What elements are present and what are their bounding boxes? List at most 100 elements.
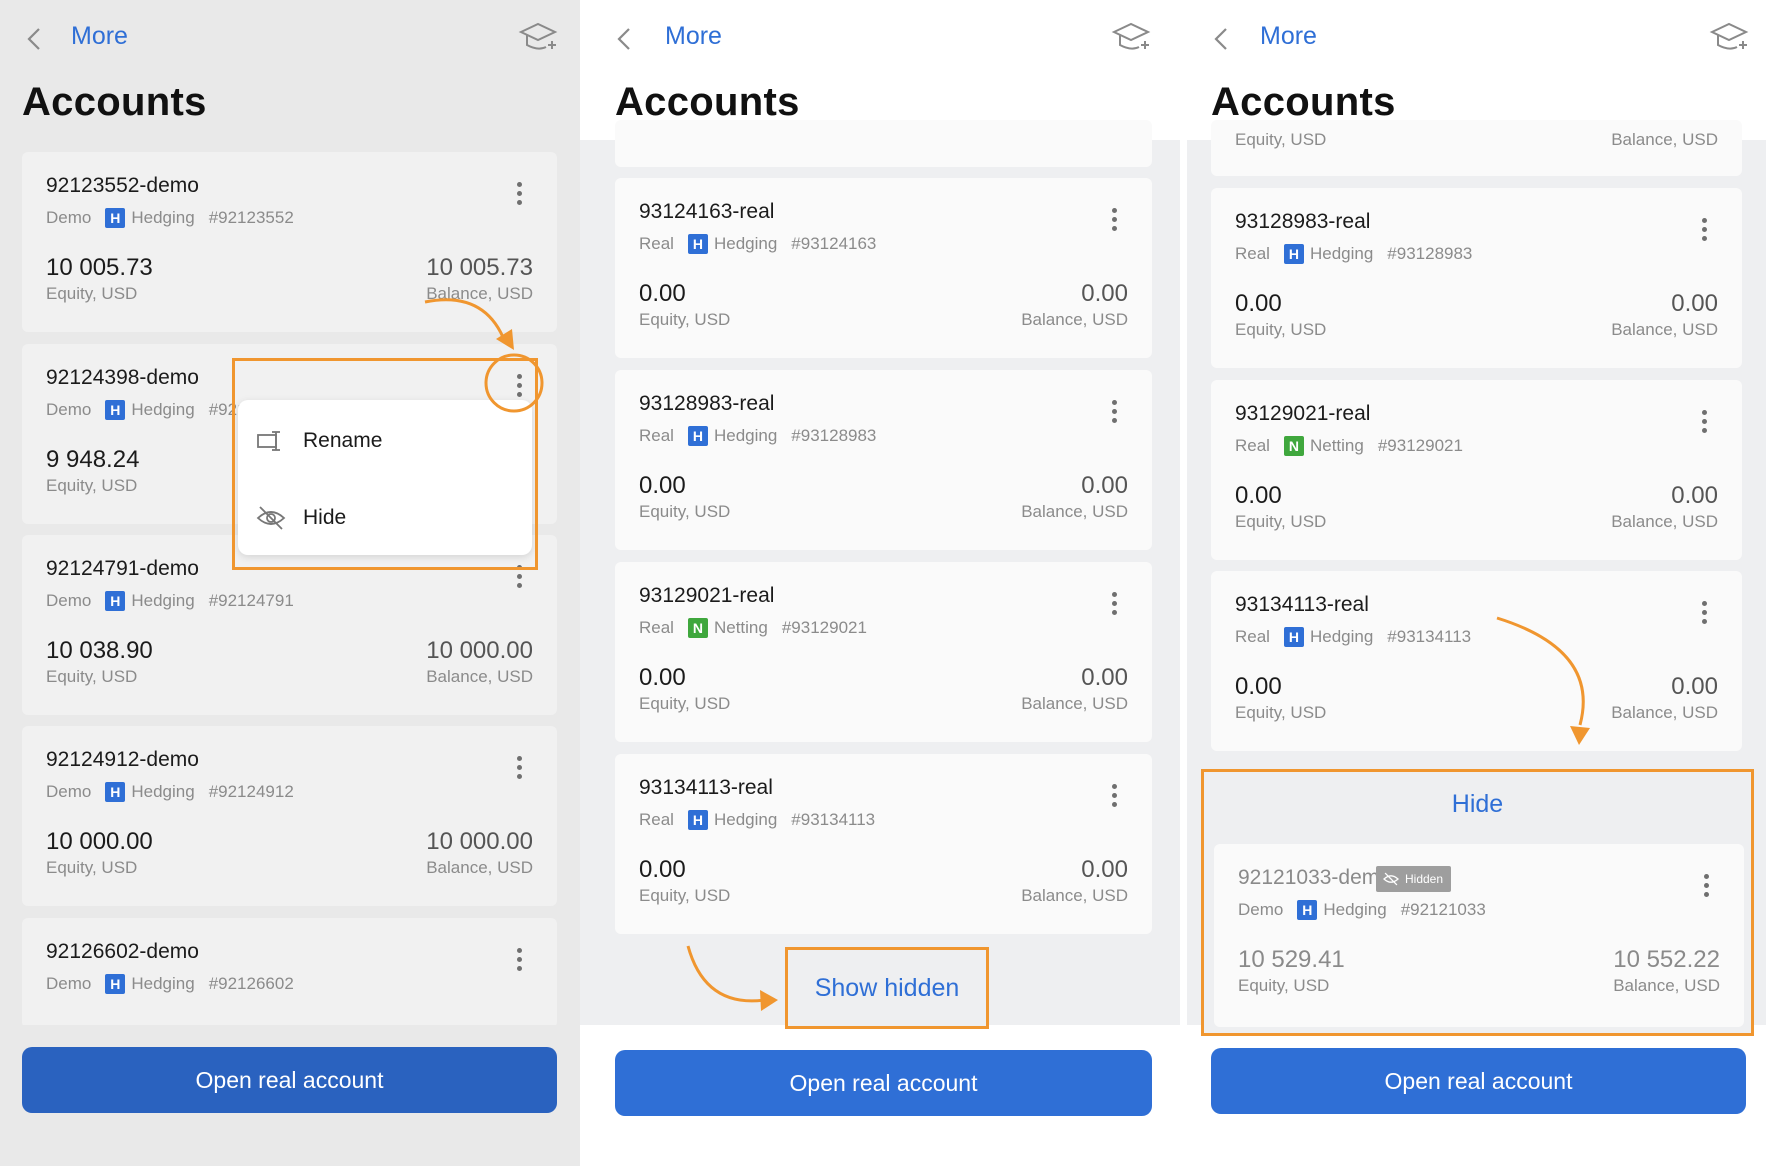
balance-value: 0.00 — [1671, 673, 1718, 700]
account-card[interactable]: 92124912-demo Demo H Hedging #92124912 1… — [22, 726, 557, 906]
chevron-left-icon[interactable] — [24, 26, 46, 52]
account-number: #92124791 — [208, 591, 294, 610]
balance-value: 0.00 — [1081, 664, 1128, 691]
hidden-accounts-section: Hide 92121033-demo Hidden Demo H Hedging… — [1201, 769, 1754, 1036]
balance-label: Balance, USD — [1611, 512, 1718, 531]
balance-label: Balance, USD — [426, 858, 533, 877]
equity-label: Equity, USD — [639, 502, 731, 521]
more-link[interactable]: More — [71, 22, 128, 51]
balance-label: Balance, USD — [1613, 976, 1720, 995]
bottom-bar: Open real account — [580, 1025, 1180, 1166]
kebab-menu-icon[interactable] — [1700, 410, 1708, 436]
hidden-account-card[interactable]: 92121033-demo Hidden Demo H Hedging #921… — [1214, 844, 1744, 1027]
account-number: #93129021 — [781, 618, 867, 637]
account-card[interactable]: 93134113-real Real H Hedging #93134113 0… — [1211, 571, 1742, 751]
account-card[interactable]: 93128983-real Real H Hedging #93128983 0… — [1211, 188, 1742, 368]
balance-value: 10 000.00 — [426, 637, 533, 664]
equity-value: 9 948.24 — [46, 446, 140, 473]
top-bar: More Accounts — [0, 0, 580, 140]
equity-value: 10 005.73 — [46, 254, 153, 281]
balance-value: 0.00 — [1671, 290, 1718, 317]
show-hidden-link[interactable]: Show hidden — [785, 947, 989, 1029]
equity-value: 0.00 — [639, 664, 686, 691]
hedging-badge: H — [687, 426, 708, 446]
graduation-cap-icon[interactable] — [1709, 20, 1749, 56]
panel-context-menu: More Accounts 92123552-demo Demo H Hedgi… — [0, 0, 580, 1166]
account-number: #92126602 — [208, 974, 294, 993]
account-mode: Hedging — [131, 208, 195, 227]
account-meta: Real H Hedging #93128983 — [639, 426, 876, 446]
kebab-menu-icon[interactable] — [515, 948, 523, 974]
highlight-box — [232, 358, 538, 570]
balance-value: 10 000.00 — [426, 828, 533, 855]
graduation-cap-icon[interactable] — [1111, 20, 1151, 56]
account-card[interactable]: 93124163-real Real H Hedging #93124163 0… — [615, 178, 1152, 358]
account-number: #92124912 — [208, 782, 294, 801]
account-card[interactable]: 92126602-demo Demo H Hedging #92126602 — [22, 918, 557, 1028]
hedging-badge: H — [687, 234, 708, 254]
account-meta: Real H Hedging #93128983 — [1235, 244, 1472, 264]
hedging-badge: H — [105, 782, 126, 802]
kebab-menu-icon[interactable] — [1110, 592, 1118, 618]
kebab-menu-icon[interactable] — [1702, 874, 1710, 900]
open-real-account-button[interactable]: Open real account — [1211, 1048, 1746, 1114]
account-name: 93124163-real — [639, 200, 775, 223]
balance-value: 10 552.22 — [1613, 946, 1720, 973]
account-type: Demo — [46, 974, 92, 993]
chevron-left-icon[interactable] — [1211, 26, 1233, 52]
account-number: #93124163 — [791, 234, 877, 253]
account-mode: Hedging — [713, 234, 778, 253]
more-link[interactable]: More — [665, 22, 722, 51]
equity-label: Equity, USD — [1235, 703, 1327, 722]
netting-badge: N — [687, 618, 708, 638]
account-card[interactable]: 92123552-demo Demo H Hedging #92123552 1… — [22, 152, 557, 332]
hedging-badge: H — [1283, 627, 1304, 647]
balance-value: 10 005.73 — [426, 254, 533, 281]
kebab-menu-icon[interactable] — [1700, 601, 1708, 627]
account-name: 92124398-demo — [46, 366, 199, 389]
bottom-bar: Open real account — [0, 1025, 580, 1166]
open-real-account-button[interactable]: Open real account — [22, 1047, 557, 1113]
equity-label: Equity, USD — [639, 310, 731, 329]
account-mode: Hedging — [1323, 900, 1387, 919]
equity-value: 0.00 — [639, 856, 686, 883]
chevron-left-icon[interactable] — [614, 26, 636, 52]
hidden-badge: Hidden — [1376, 866, 1452, 892]
equity-label: Equity, USD — [639, 886, 731, 905]
hide-link[interactable]: Hide — [1204, 790, 1751, 819]
equity-label: Equity, USD — [1235, 512, 1327, 531]
equity-value: 0.00 — [639, 280, 686, 307]
open-real-account-button[interactable]: Open real account — [615, 1050, 1152, 1116]
top-bar: More Accounts — [580, 0, 1180, 140]
account-type: Demo — [1238, 900, 1284, 919]
equity-label: Equity, USD — [46, 476, 138, 495]
kebab-menu-icon[interactable] — [1110, 208, 1118, 234]
kebab-menu-icon[interactable] — [515, 182, 523, 208]
account-card[interactable]: 93129021-real Real N Netting #93129021 0… — [615, 562, 1152, 742]
kebab-menu-icon[interactable] — [1700, 218, 1708, 244]
hidden-tag-label: Hidden — [1405, 872, 1444, 886]
balance-label: Balance, USD — [1021, 886, 1128, 905]
account-name: 93128983-real — [639, 392, 775, 415]
account-type: Real — [1235, 436, 1270, 455]
more-link[interactable]: More — [1260, 22, 1317, 51]
kebab-menu-icon[interactable] — [1110, 400, 1118, 426]
account-card-partial: Equity, USD Balance, USD — [1211, 120, 1742, 176]
hedging-badge: H — [105, 208, 126, 228]
account-card[interactable]: 93128983-real Real H Hedging #93128983 0… — [615, 370, 1152, 550]
page-title: Accounts — [615, 80, 800, 124]
balance-label: Balance, USD — [1611, 130, 1718, 149]
equity-label: Equity, USD — [46, 858, 138, 877]
account-name: 93134113-real — [639, 776, 773, 799]
account-card-partial — [615, 120, 1152, 167]
equity-value: 0.00 — [639, 472, 686, 499]
account-meta: Demo H Hedging #92124791 — [46, 591, 294, 611]
kebab-menu-icon[interactable] — [515, 756, 523, 782]
kebab-menu-icon[interactable] — [1110, 784, 1118, 810]
account-card[interactable]: 93134113-real Real H Hedging #93134113 0… — [615, 754, 1152, 934]
balance-label: Balance, USD — [1611, 320, 1718, 339]
equity-label: Equity, USD — [46, 284, 138, 303]
account-card[interactable]: 93129021-real Real N Netting #93129021 0… — [1211, 380, 1742, 560]
balance-label: Balance, USD — [1021, 502, 1128, 521]
graduation-cap-icon[interactable] — [518, 20, 558, 56]
